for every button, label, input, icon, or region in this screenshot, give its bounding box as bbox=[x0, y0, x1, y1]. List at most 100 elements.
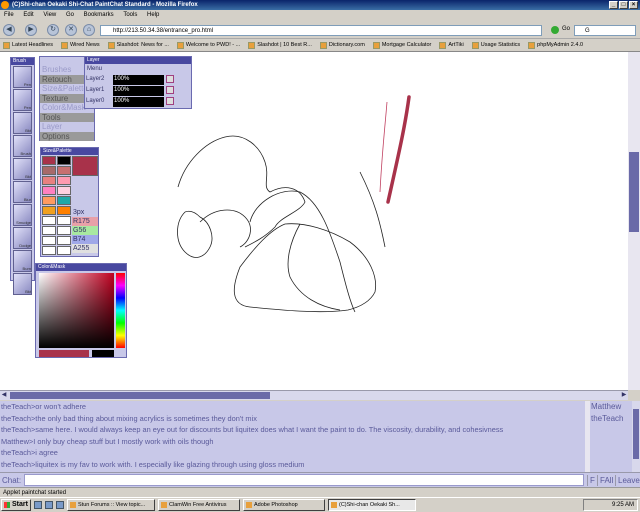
blue-value[interactable]: B74 bbox=[72, 235, 98, 244]
palette-swatch[interactable] bbox=[57, 196, 71, 205]
bookmark-item[interactable]: Usage Statistics bbox=[471, 41, 520, 49]
pen-tool-icon[interactable]: Pen bbox=[13, 89, 32, 111]
palette-swatch[interactable] bbox=[42, 236, 56, 245]
bucket-tool-icon[interactable]: Bkt bbox=[13, 158, 32, 180]
menu-help[interactable]: Help bbox=[147, 12, 159, 18]
start-button[interactable]: Start bbox=[1, 499, 31, 511]
bookmark-item[interactable]: Slashdot: News for ... bbox=[107, 41, 169, 49]
palette-swatch[interactable] bbox=[42, 226, 56, 235]
leave-button[interactable]: Leave bbox=[615, 475, 640, 486]
bookmark-item[interactable]: Dictionary.com bbox=[319, 41, 365, 49]
user-item[interactable]: theTeach bbox=[590, 413, 632, 425]
scroll-right-icon[interactable]: ▶ bbox=[620, 392, 628, 399]
f-button[interactable]: F bbox=[587, 475, 595, 486]
bucket-tool-icon[interactable]: Bkt bbox=[13, 273, 32, 295]
scroll-left-icon[interactable]: ◀ bbox=[0, 392, 8, 399]
close-button[interactable]: × bbox=[629, 1, 638, 9]
foreground-color[interactable] bbox=[39, 350, 89, 357]
canvas-vertical-scrollbar[interactable] bbox=[628, 52, 640, 390]
palette-swatch[interactable] bbox=[42, 166, 56, 175]
opacity-bar[interactable] bbox=[138, 75, 164, 85]
bucket-tool-icon[interactable]: Bkt bbox=[13, 112, 32, 134]
back-icon[interactable]: ◀ bbox=[3, 24, 15, 36]
menu-edit[interactable]: Edit bbox=[23, 12, 33, 18]
chat-input[interactable] bbox=[24, 474, 584, 486]
palette-swatch[interactable] bbox=[57, 186, 71, 195]
layer-visibility-toggle[interactable] bbox=[166, 86, 174, 94]
brush-tool-icon[interactable]: Brush bbox=[13, 135, 32, 157]
minimize-button[interactable]: _ bbox=[609, 1, 618, 9]
user-item[interactable]: Matthew bbox=[590, 401, 632, 413]
bookmark-item[interactable]: Mortgage Calculator bbox=[372, 41, 431, 49]
palette-swatch[interactable] bbox=[42, 246, 56, 255]
scroll-thumb[interactable] bbox=[633, 409, 639, 459]
bookmark-item[interactable]: Slashdot | 10 Best R... bbox=[248, 41, 312, 49]
opacity-bar[interactable] bbox=[138, 86, 164, 96]
layer-row[interactable]: Layer1 100% bbox=[85, 86, 191, 96]
menu-tools[interactable]: Tools bbox=[123, 12, 137, 18]
layer-visibility-toggle[interactable] bbox=[166, 97, 174, 105]
maximize-button[interactable]: □ bbox=[619, 1, 628, 9]
layer-item[interactable]: Layer bbox=[40, 122, 94, 132]
palette-swatch[interactable] bbox=[57, 226, 71, 235]
bookmark-item[interactable]: Wired News bbox=[60, 41, 100, 49]
fall-button[interactable]: FAll bbox=[597, 475, 613, 486]
hue-slider[interactable] bbox=[116, 273, 125, 348]
taskbar-item[interactable]: Adobe Photoshop bbox=[243, 499, 325, 511]
layer-row[interactable]: Layer0 100% bbox=[85, 97, 191, 107]
taskbar-item[interactable]: ClamWin Free Antivirus bbox=[158, 499, 240, 511]
bookmark-item[interactable]: phpMyAdmin 2.4.0 bbox=[528, 41, 583, 49]
taskbar-item[interactable]: Stun Forums :: View topic... bbox=[67, 499, 155, 511]
menu-go[interactable]: Go bbox=[66, 12, 74, 18]
layer-row[interactable]: Layer2 100% bbox=[85, 75, 191, 85]
brush-size-value[interactable]: 3px bbox=[72, 208, 98, 217]
scroll-thumb[interactable] bbox=[629, 152, 639, 232]
palette-swatch[interactable] bbox=[42, 176, 56, 185]
current-color-swatch[interactable] bbox=[72, 156, 98, 176]
pen-tool-icon[interactable]: Pen bbox=[13, 66, 32, 88]
palette-swatch[interactable] bbox=[42, 216, 56, 225]
layer-visibility-toggle[interactable] bbox=[166, 75, 174, 83]
palette-swatch[interactable] bbox=[42, 186, 56, 195]
bookmark-item[interactable]: ArtTiki bbox=[439, 41, 464, 49]
url-input[interactable]: http://213.50.34.38/entrance_pro.html bbox=[100, 25, 542, 36]
burn-tool-icon[interactable]: Burn bbox=[13, 250, 32, 272]
green-value[interactable]: G56 bbox=[72, 226, 98, 235]
color-picker-gradient[interactable] bbox=[39, 273, 114, 348]
palette-swatch[interactable] bbox=[42, 156, 56, 165]
palette-swatch[interactable] bbox=[57, 166, 71, 175]
scroll-thumb[interactable] bbox=[10, 392, 270, 399]
opacity-bar[interactable] bbox=[138, 97, 164, 107]
canvas-horizontal-scrollbar[interactable]: ◀ ▶ bbox=[0, 390, 628, 400]
palette-swatch[interactable] bbox=[42, 196, 56, 205]
dodge-tool-icon[interactable]: Dodge bbox=[13, 227, 32, 249]
quicklaunch-folder-icon[interactable] bbox=[56, 501, 64, 509]
palette-swatch[interactable] bbox=[57, 206, 71, 215]
reload-icon[interactable]: ↻ bbox=[47, 24, 59, 36]
go-button[interactable]: Go bbox=[562, 26, 570, 32]
red-value[interactable]: R175 bbox=[72, 217, 98, 226]
forward-icon[interactable]: ▶ bbox=[25, 24, 37, 36]
menu-view[interactable]: View bbox=[43, 12, 56, 18]
background-color[interactable] bbox=[92, 350, 114, 357]
window-title-bar[interactable]: (C)Shi-chan Oekaki Shi-Chat PaintChat St… bbox=[0, 0, 640, 10]
layer-menu-button[interactable]: Menu bbox=[85, 64, 191, 74]
home-icon[interactable]: ⌂ bbox=[83, 24, 95, 36]
palette-swatch[interactable] bbox=[57, 216, 71, 225]
palette-swatch[interactable] bbox=[57, 176, 71, 185]
options-item[interactable]: Options bbox=[40, 131, 94, 141]
palette-swatch[interactable] bbox=[57, 246, 71, 255]
palette-swatch[interactable] bbox=[57, 236, 71, 245]
stop-icon[interactable]: ✕ bbox=[65, 24, 77, 36]
quicklaunch-browser-icon[interactable] bbox=[45, 501, 53, 509]
user-list-scrollbar[interactable] bbox=[632, 401, 640, 472]
quicklaunch-desktop-icon[interactable] bbox=[34, 501, 42, 509]
palette-swatch[interactable] bbox=[57, 156, 71, 165]
tools-item[interactable]: Tools bbox=[40, 112, 94, 122]
smudge-tool-icon[interactable]: Smudge bbox=[13, 204, 32, 226]
palette-swatch[interactable] bbox=[42, 206, 56, 215]
search-input[interactable]: G bbox=[574, 25, 636, 36]
bookmark-item[interactable]: Welcome to PWD! - ... bbox=[176, 41, 240, 49]
menu-bookmarks[interactable]: Bookmarks bbox=[84, 12, 114, 18]
alpha-value[interactable]: A255 bbox=[72, 244, 98, 253]
